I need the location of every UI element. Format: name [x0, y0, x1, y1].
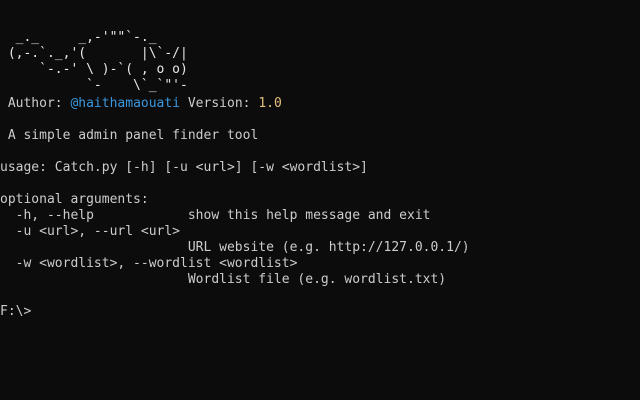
arg-wordlist-desc-indent	[0, 272, 188, 287]
author-label: Author:	[0, 96, 71, 111]
arg-help-desc: show this help message and exit	[187, 208, 431, 223]
arg-url-flag: -u <url>, --url <url>	[0, 224, 181, 239]
version-label: Version:	[180, 96, 259, 111]
arg-wordlist-description: Wordlist file (e.g. wordlist.txt)	[187, 272, 447, 287]
arg-url-desc-row: URL website (e.g. http://127.0.0.1/)	[0, 240, 470, 256]
terminal-window[interactable]: _._ _,-'""`-._ (,-.`._,'( |\`-/| `-.-' \…	[0, 0, 640, 400]
arg-wordlist-flag: -w <wordlist>, --wordlist <wordlist>	[0, 256, 298, 271]
ascii-banner-line-4: `- \`_`"'-	[0, 78, 188, 93]
author-handle: @haithamaouati	[70, 96, 181, 111]
version-value: 1.0	[258, 96, 282, 111]
ascii-banner-line-2: (,-.`._,'( |\`-/|	[0, 46, 188, 61]
usage-line: usage: Catch.py [-h] [-u <url>] [-w <wor…	[0, 160, 368, 175]
arg-help-row: -h, --help show this help message and ex…	[0, 208, 431, 224]
tool-description: A simple admin panel finder tool	[0, 128, 259, 143]
ascii-banner-line-1: _._ _,-'""`-._	[0, 30, 157, 45]
arg-url-description: URL website (e.g. http://127.0.0.1/)	[187, 240, 470, 255]
arg-wordlist-desc-row: Wordlist file (e.g. wordlist.txt)	[0, 272, 446, 288]
arg-help-flag: -h, --help	[0, 208, 188, 223]
command-prompt[interactable]: F:\>	[0, 304, 31, 320]
arg-url-row: -u <url>, --url <url>	[0, 224, 180, 240]
arg-wordlist-row: -w <wordlist>, --wordlist <wordlist>	[0, 256, 298, 272]
author-line: Author: @haithamaouati Version: 1.0	[0, 96, 282, 112]
ascii-banner-line-3: `-.-' \ )-`( , o o)	[0, 62, 188, 77]
optional-arguments-header: optional arguments:	[0, 192, 149, 207]
arg-url-desc-indent	[0, 240, 188, 255]
